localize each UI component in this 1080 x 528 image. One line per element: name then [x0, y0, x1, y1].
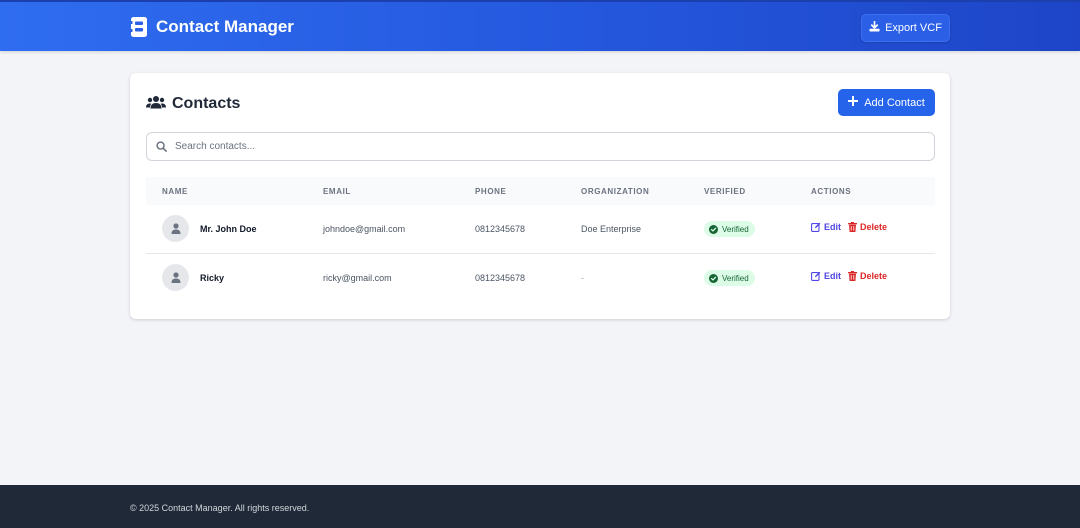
contact-email: johndoe@gmail.com: [323, 224, 406, 234]
copyright-text: © 2025 Contact Manager. All rights reser…: [130, 503, 310, 513]
edit-icon: [811, 271, 821, 281]
avatar: [162, 264, 189, 291]
check-circle-icon: [709, 273, 718, 283]
top-navbar: Contact Manager Export VCF: [0, 0, 1080, 51]
delete-button[interactable]: Delete: [848, 271, 887, 281]
users-icon: [146, 95, 166, 114]
edit-label: Edit: [824, 222, 841, 232]
contact-phone: 0812345678: [475, 224, 526, 234]
page-footer: © 2025 Contact Manager. All rights reser…: [0, 485, 1080, 528]
contact-organization: Doe Enterprise: [581, 224, 642, 234]
edit-button[interactable]: Edit: [811, 271, 841, 281]
user-icon: [171, 223, 180, 234]
search-box: [146, 132, 935, 161]
contacts-heading: Contacts: [146, 94, 240, 114]
search-input[interactable]: [175, 141, 915, 152]
column-header-organization: Organization: [581, 187, 650, 196]
contacts-card: Contacts Add Contact Name Email Phone Or…: [130, 73, 950, 319]
plus-icon: [847, 95, 859, 109]
column-header-phone: Phone: [475, 187, 507, 196]
address-book-icon: [130, 17, 148, 37]
contact-organization: -: [581, 273, 584, 283]
add-contact-label: Add Contact: [864, 96, 925, 109]
verified-label: Verified: [722, 224, 749, 234]
column-header-name: Name: [162, 187, 188, 196]
table-row: Ricky ricky@gmail.com 0812345678 - Verif…: [146, 254, 935, 303]
contact-phone: 0812345678: [475, 273, 526, 283]
user-icon: [171, 272, 180, 283]
search-icon: [156, 141, 167, 152]
contacts-title: Contacts: [172, 95, 241, 112]
delete-label: Delete: [860, 271, 888, 281]
column-header-actions: Actions: [811, 187, 852, 196]
contact-name: Ricky: [200, 273, 225, 283]
edit-button[interactable]: Edit: [811, 222, 841, 232]
table-row: Mr. John Doe johndoe@gmail.com 081234567…: [146, 205, 935, 254]
check-circle-icon: [709, 224, 718, 234]
trash-icon: [848, 271, 857, 281]
row-actions: Edit Delete: [811, 271, 887, 281]
brand[interactable]: Contact Manager: [130, 16, 294, 38]
verified-badge: Verified: [704, 270, 755, 286]
avatar: [162, 215, 189, 242]
column-header-email: Email: [323, 187, 351, 196]
contact-email: ricky@gmail.com: [323, 273, 392, 283]
app-title: Contact Manager: [156, 17, 294, 36]
export-vcf-label: Export VCF: [885, 22, 942, 34]
verified-badge: Verified: [704, 221, 755, 237]
delete-button[interactable]: Delete: [848, 222, 887, 232]
edit-label: Edit: [824, 271, 841, 281]
contact-name: Mr. John Doe: [200, 224, 257, 234]
delete-label: Delete: [860, 222, 888, 232]
row-actions: Edit Delete: [811, 222, 887, 232]
download-icon: [869, 20, 880, 35]
column-header-verified: Verified: [704, 187, 746, 196]
export-vcf-button[interactable]: Export VCF: [861, 14, 950, 42]
table-header: Name Email Phone Organization Verified A…: [146, 177, 935, 205]
edit-icon: [811, 222, 821, 232]
add-contact-button[interactable]: Add Contact: [838, 89, 935, 116]
trash-icon: [848, 222, 857, 232]
verified-label: Verified: [722, 273, 749, 283]
